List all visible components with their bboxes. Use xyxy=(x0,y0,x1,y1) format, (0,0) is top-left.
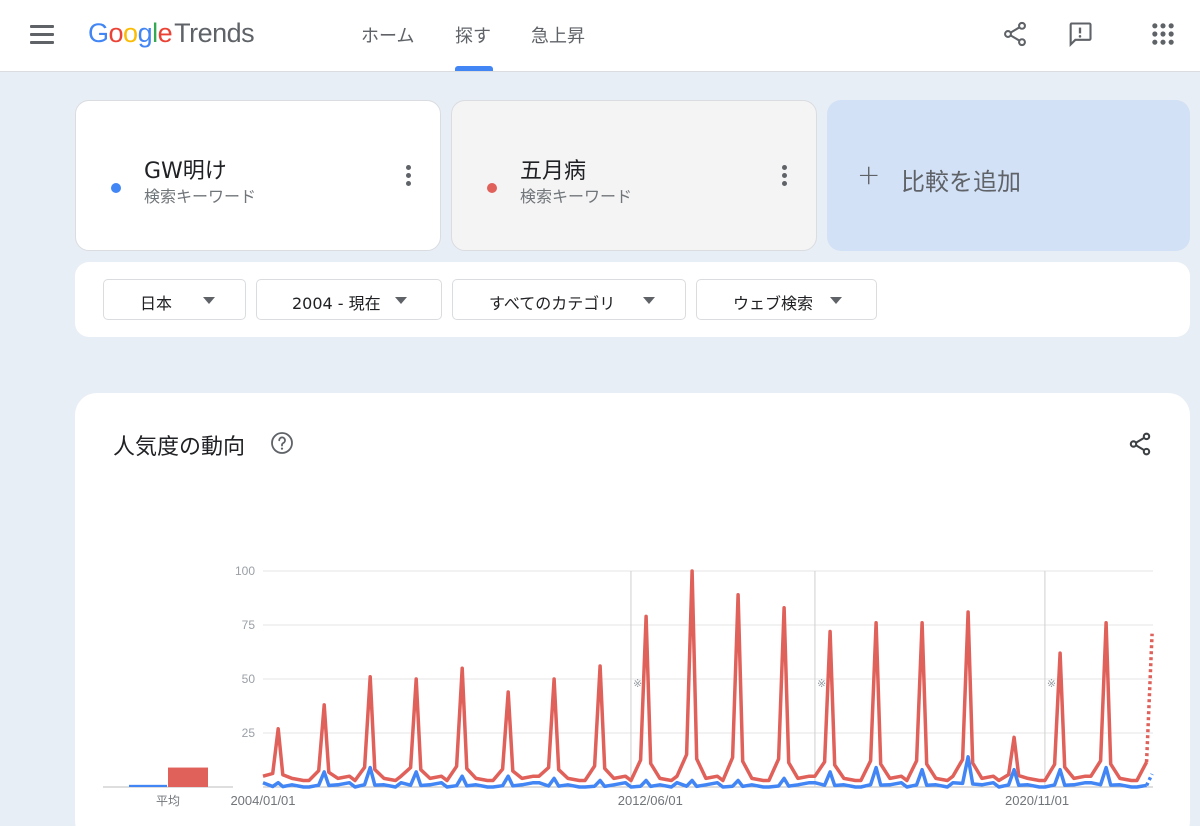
keyword-subtitle: 検索キーワード xyxy=(144,187,257,206)
y-tick-label: 50 xyxy=(242,672,256,686)
dropdown-arrow-icon xyxy=(203,297,215,304)
note-marker: ※ xyxy=(633,677,642,690)
more-vert-icon[interactable] xyxy=(780,165,788,189)
x-tick-label: 2012/06/01 xyxy=(618,793,683,808)
time-range-select[interactable]: 2004 - 現在 xyxy=(256,279,442,320)
series-color-dot-red xyxy=(487,183,497,193)
hamburger-menu-icon[interactable] xyxy=(30,25,54,47)
keyword-card-1[interactable]: GW明け 検索キーワード xyxy=(75,100,441,251)
search-type-select-label: ウェブ検索 xyxy=(733,294,814,313)
region-select[interactable]: 日本 xyxy=(103,279,246,320)
series-partial-line-2 xyxy=(1144,773,1154,787)
share-icon[interactable] xyxy=(1001,20,1029,48)
category-select[interactable]: すべてのカテゴリ xyxy=(452,279,686,320)
note-marker: ※ xyxy=(1047,677,1056,690)
series-line-2 xyxy=(262,755,1147,789)
category-select-label: すべてのカテゴリ xyxy=(489,294,616,313)
interest-over-time-panel: 人気度の動向 100 75 50 25 ※ ※ ※ 2004/01/01 2012/06/01 2… xyxy=(75,393,1190,826)
add-comparison-button[interactable]: + 比較を追加 xyxy=(827,100,1190,251)
average-bar-1 xyxy=(129,784,167,787)
average-bar-2 xyxy=(168,767,208,787)
series-line-1 xyxy=(262,569,1149,783)
tab-explore[interactable]: 探す xyxy=(455,22,491,48)
x-tick-label: 2020/11/01 xyxy=(1005,793,1069,808)
series-color-dot-blue xyxy=(111,183,121,193)
average-label: 平均 xyxy=(156,794,180,808)
more-vert-icon[interactable] xyxy=(404,165,412,189)
apps-grid-icon[interactable] xyxy=(1149,20,1177,48)
dropdown-arrow-icon xyxy=(395,297,407,304)
google-trends-logo[interactable]: GoogleTrends xyxy=(88,18,255,49)
keyword-subtitle: 検索キーワード xyxy=(520,187,633,206)
top-app-bar: GoogleTrends ホーム 探す 急上昇 xyxy=(0,0,1200,72)
note-marker: ※ xyxy=(817,677,826,690)
keyword-term: 五月病 xyxy=(520,159,587,184)
tab-home[interactable]: ホーム xyxy=(361,22,414,48)
filter-bar: 日本 2004 - 現在 すべてのカテゴリ ウェブ検索 xyxy=(75,262,1190,337)
keyword-term: GW明け xyxy=(144,159,227,184)
y-tick-label: 25 xyxy=(242,726,256,740)
feedback-icon[interactable] xyxy=(1066,20,1094,48)
dropdown-arrow-icon xyxy=(830,297,842,304)
series-partial-line-1 xyxy=(1144,633,1154,763)
x-tick-label: 2004/01/01 xyxy=(230,793,295,808)
keyword-card-2[interactable]: 五月病 検索キーワード xyxy=(451,100,817,251)
tab-trending[interactable]: 急上昇 xyxy=(531,22,585,48)
region-select-label: 日本 xyxy=(140,294,173,313)
add-comparison-label: 比較を追加 xyxy=(901,168,1021,196)
search-type-select[interactable]: ウェブ検索 xyxy=(696,279,877,320)
plus-icon: + xyxy=(857,158,881,191)
time-range-select-label: 2004 - 現在 xyxy=(292,294,381,313)
y-tick-label: 100 xyxy=(235,564,255,578)
trend-chart: 100 75 50 25 ※ ※ ※ 2004/01/01 2012/06/01 2020/11/… xyxy=(103,564,1154,808)
active-tab-indicator xyxy=(455,66,493,71)
y-tick-label: 75 xyxy=(242,618,256,632)
dropdown-arrow-icon xyxy=(643,297,655,304)
